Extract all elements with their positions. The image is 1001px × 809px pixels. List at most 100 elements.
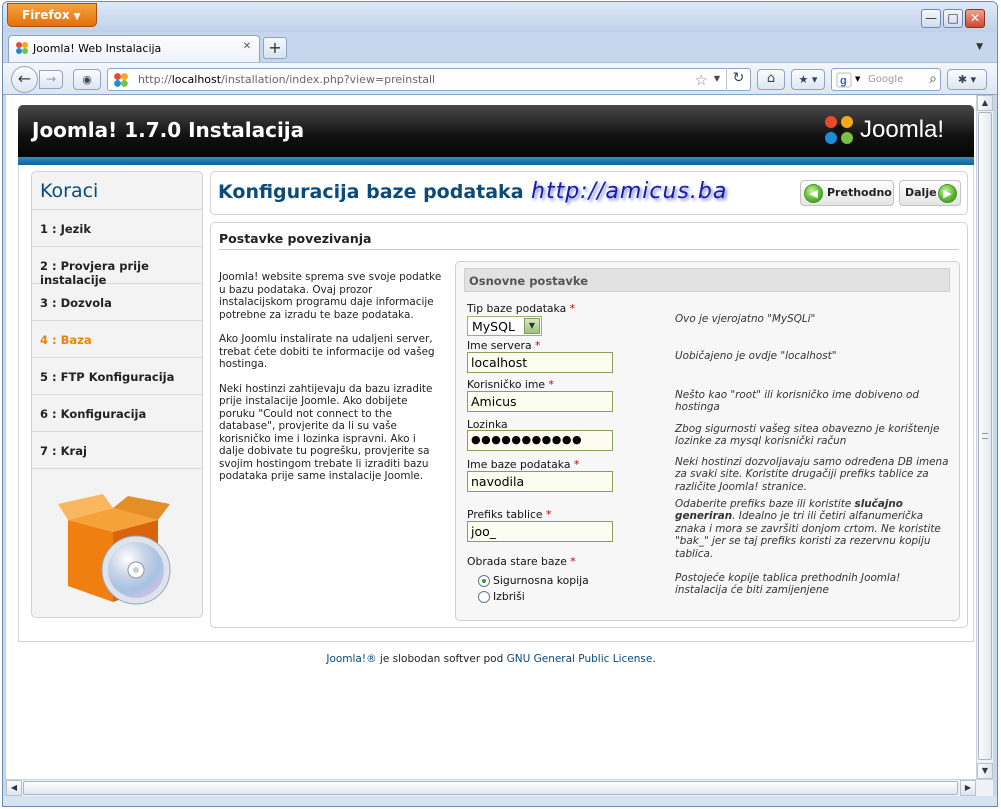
backup-radio[interactable] (478, 575, 490, 587)
step-language[interactable]: 1 : Jezik (32, 210, 202, 247)
previous-label: Prethodno (827, 186, 892, 199)
close-tab-icon[interactable]: ✕ (241, 41, 253, 53)
step-configuration[interactable]: 6 : Konfiguracija (32, 395, 202, 432)
required-mark: * (569, 302, 576, 315)
step-license[interactable]: 3 : Dozvola (32, 284, 202, 321)
footer-text: je slobodan softver pod (376, 653, 507, 665)
maximize-button[interactable]: □ (943, 9, 963, 28)
joomla-favicon-icon (15, 41, 29, 58)
navigation-toolbar: ← → ◉ http://localhost/installation/inde… (3, 62, 997, 95)
table-prefix-label: Prefiks tablice * (467, 508, 551, 521)
intro-paragraph: Ako Joomlu instalirate na udaljeni serve… (219, 333, 435, 370)
footer-text: . (652, 653, 656, 665)
db-name-label: Ime baze podataka * (467, 458, 579, 471)
amicus-watermark: http://amicus.ba (531, 179, 728, 204)
bookmarks-button[interactable]: ★ ▾ (791, 69, 825, 90)
db-type-hint: Ovo je vjerojatno "MySQLi" (675, 313, 816, 325)
reload-button[interactable]: ↻ (726, 68, 750, 91)
status-bar (3, 796, 997, 806)
required-mark: * (548, 378, 554, 391)
step-ftp-configuration[interactable]: 5 : FTP Konfiguracija (32, 358, 202, 395)
host-hint: Uobičajeno je ovdje "localhost" (675, 350, 837, 362)
step-database[interactable]: 4 : Baza (32, 321, 202, 358)
chevron-down-icon[interactable]: ▼ (524, 318, 540, 334)
db-name-input[interactable]: navodila (467, 471, 613, 492)
vertical-scroll-thumb[interactable] (978, 112, 992, 760)
joomla-header: Joomla! 1.7.0 Instalacija Joomla! (18, 105, 974, 157)
bookmark-star-icon[interactable]: ☆ (695, 71, 708, 89)
password-input[interactable]: ●●●●●●●●●●● (467, 430, 613, 451)
chevron-down-icon: ▼ (73, 12, 81, 22)
addons-button[interactable]: ✱ ▾ (947, 69, 987, 90)
tab-list-chevron-icon[interactable]: ▼ (976, 42, 983, 52)
minimize-button[interactable]: — (921, 9, 941, 28)
url-dropdown-icon[interactable]: ▼ (714, 74, 720, 83)
search-placeholder: Google (868, 74, 904, 85)
table-prefix-input[interactable]: joo_ (467, 521, 613, 542)
joomla-logo-icon (825, 116, 853, 144)
next-button[interactable]: Dalje ▶ (899, 180, 961, 206)
db-type-value: MySQL (472, 319, 515, 334)
joomla-link[interactable]: Joomla!® (326, 653, 376, 665)
step-finish[interactable]: 7 : Kraj (32, 432, 202, 469)
horizontal-scrollbar[interactable]: ◀ ▶ (6, 779, 993, 796)
steps-sidebar: Koraci 1 : Jezik 2 : Provjera prije inst… (31, 171, 203, 618)
host-label-text: Ime servera (467, 339, 532, 352)
url-text[interactable]: http://localhost/installation/index.php?… (138, 73, 435, 86)
scroll-grip-icon (982, 433, 988, 439)
joomla-logo-text: Joomla! (860, 116, 945, 143)
username-input[interactable]: Amicus (467, 391, 613, 412)
required-mark: * (570, 555, 576, 568)
db-type-select[interactable]: MySQL ▼ (467, 316, 542, 336)
page-viewport: Joomla! 1.7.0 Instalacija Joomla! Koraci… (6, 95, 976, 779)
basic-settings-fieldset: Osnovne postavke Tip baze podataka * MyS… (455, 261, 960, 621)
scroll-left-arrow-icon[interactable]: ◀ (6, 780, 22, 796)
forward-button[interactable]: → (39, 70, 63, 89)
svg-text:g: g (840, 75, 847, 87)
step-preinstall-check[interactable]: 2 : Provjera prije instalacije (32, 247, 202, 287)
horizontal-scroll-thumb[interactable] (23, 781, 958, 795)
home-button[interactable]: ⌂ (757, 69, 785, 90)
required-mark: * (573, 458, 580, 471)
tab-joomla-install[interactable]: Joomla! Web Instalacija ✕ (8, 35, 260, 62)
old-db-hint: Postojeće kopije tablica prethodnih Joom… (675, 572, 901, 597)
username-label: Korisničko ime * (467, 378, 554, 391)
scroll-up-arrow-icon[interactable]: ▲ (977, 95, 993, 111)
vertical-scrollbar[interactable]: ▲ ▼ (976, 95, 993, 779)
search-icon[interactable]: ⌕ (929, 71, 937, 87)
intro-paragraph: Joomla! website sprema sve svoje podatke… (219, 271, 442, 321)
backup-radio-label[interactable]: Sigurnosna kopija (493, 574, 589, 587)
search-engine-dropdown-icon[interactable]: ▼ (855, 75, 860, 83)
intro-paragraph: Neki hostinzi zahtijevaju da bazu izradi… (219, 382, 433, 483)
table-prefix-hint: Odaberite prefiks baze ili koristite slu… (675, 498, 951, 560)
username-hint: Nešto kao "root" ili korisničko ime dobi… (675, 389, 919, 414)
delete-radio-label[interactable]: Izbriši (493, 590, 525, 603)
old-db-label: Obrada stare baze * (467, 555, 576, 568)
scroll-down-arrow-icon[interactable]: ▼ (977, 763, 993, 779)
password-hint: Zbog sigurnosti vašeg sitea obavezno je … (675, 423, 940, 448)
site-favicon-icon (113, 72, 129, 91)
arrow-right-icon: ▶ (938, 184, 957, 203)
search-box[interactable]: g ▼ Google ⌕ (831, 68, 941, 91)
old-db-label-text: Obrada stare baze (467, 555, 567, 568)
previous-button[interactable]: ◀ Prethodno (800, 180, 894, 206)
install-box-cd-icon (58, 490, 178, 610)
host-input[interactable]: localhost (467, 352, 613, 373)
back-button[interactable]: ← (11, 66, 38, 93)
header-stripe (18, 157, 974, 165)
url-bar[interactable]: http://localhost/installation/index.php?… (107, 68, 751, 91)
prefix-hint-text: Odaberite prefiks baze ili koristite (675, 498, 855, 510)
scroll-right-arrow-icon[interactable]: ▶ (960, 780, 976, 796)
google-icon: g (836, 72, 852, 88)
close-window-button[interactable]: ✕ (965, 9, 985, 28)
new-tab-button[interactable]: + (263, 37, 287, 59)
content-panel: Postavke povezivanja Joomla! website spr… (210, 222, 968, 628)
history-button[interactable]: ◉ (73, 69, 101, 90)
gpl-license-link[interactable]: GNU General Public License (507, 653, 653, 665)
browser-window: Firefox ▼ — □ ✕ Joomla! Web Instalacija ✕… (2, 1, 998, 807)
installer-title: Joomla! 1.7.0 Instalacija (32, 118, 305, 142)
tab-title: Joomla! Web Instalacija (33, 42, 162, 55)
db-type-label-text: Tip baze podataka (467, 302, 567, 315)
delete-radio[interactable] (478, 591, 490, 603)
firefox-menu-button[interactable]: Firefox ▼ (7, 3, 97, 27)
